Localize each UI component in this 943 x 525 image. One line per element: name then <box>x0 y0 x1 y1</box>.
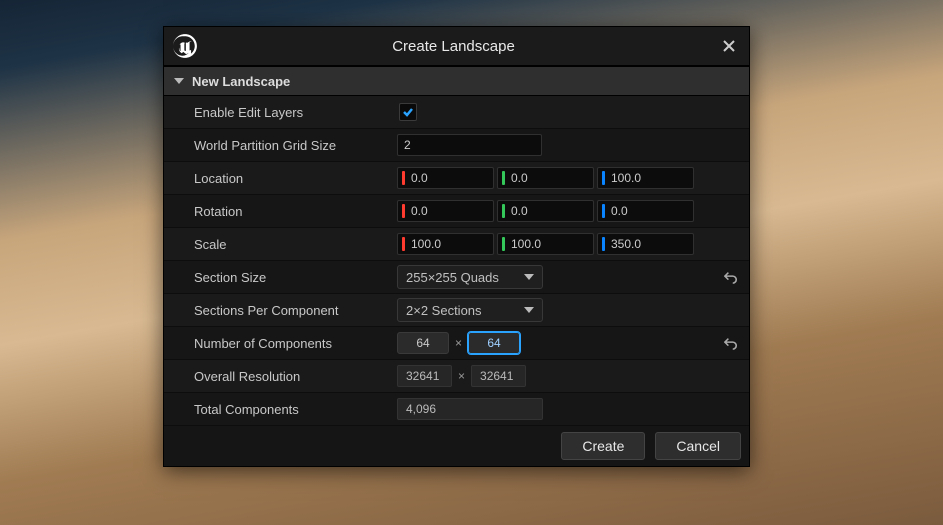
undo-icon <box>724 336 738 350</box>
label-number-of-components: Number of Components <box>164 336 397 351</box>
scale-y-input[interactable] <box>509 236 573 252</box>
input-world-partition[interactable] <box>397 134 542 156</box>
chevron-down-icon <box>524 307 534 313</box>
reset-section-size-button[interactable] <box>721 267 741 287</box>
location-x-field[interactable] <box>397 167 494 189</box>
dialog-footer: Create Cancel <box>164 426 749 466</box>
row-total-components: Total Components 4,096 <box>164 393 749 426</box>
label-total-components: Total Components <box>164 402 397 417</box>
row-enable-edit-layers: Enable Edit Layers <box>164 96 749 129</box>
multiply-symbol: × <box>456 369 467 383</box>
section-header-new-landscape[interactable]: New Landscape <box>164 66 749 96</box>
close-button[interactable] <box>709 27 749 65</box>
total-components-value: 4,096 <box>397 398 543 420</box>
rotation-y-input[interactable] <box>509 203 573 219</box>
titlebar: Create Landscape <box>164 27 749 66</box>
label-section-size: Section Size <box>164 270 397 285</box>
row-number-of-components: Number of Components 64 × 64 <box>164 327 749 360</box>
label-scale: Scale <box>164 237 397 252</box>
rotation-z-field[interactable] <box>597 200 694 222</box>
label-overall-resolution: Overall Resolution <box>164 369 397 384</box>
create-landscape-dialog: Create Landscape New Landscape Enable Ed… <box>163 26 750 467</box>
rotation-z-input[interactable] <box>609 203 673 219</box>
overall-resolution-y[interactable]: 32641 <box>471 365 526 387</box>
chevron-down-icon <box>174 78 184 84</box>
dropdown-section-size[interactable]: 255×255 Quads <box>397 265 543 289</box>
dialog-title: Create Landscape <box>198 38 709 55</box>
create-button[interactable]: Create <box>561 432 645 460</box>
row-sections-per-component: Sections Per Component 2×2 Sections <box>164 294 749 327</box>
rotation-x-field[interactable] <box>397 200 494 222</box>
scale-y-field[interactable] <box>497 233 594 255</box>
label-location: Location <box>164 171 397 186</box>
location-x-input[interactable] <box>409 170 473 186</box>
close-icon <box>722 39 736 53</box>
check-icon <box>402 106 414 118</box>
row-section-size: Section Size 255×255 Quads <box>164 261 749 294</box>
scale-z-input[interactable] <box>609 236 673 252</box>
row-scale: Scale <box>164 228 749 261</box>
section-title: New Landscape <box>192 74 290 89</box>
location-y-field[interactable] <box>497 167 594 189</box>
checkbox-enable-edit-layers[interactable] <box>399 103 417 121</box>
scale-z-field[interactable] <box>597 233 694 255</box>
rotation-x-input[interactable] <box>409 203 473 219</box>
rotation-y-field[interactable] <box>497 200 594 222</box>
num-components-y[interactable]: 64 <box>468 332 520 354</box>
row-overall-resolution: Overall Resolution 32641 × 32641 <box>164 360 749 393</box>
location-y-input[interactable] <box>509 170 573 186</box>
cancel-button[interactable]: Cancel <box>655 432 741 460</box>
num-components-x[interactable]: 64 <box>397 332 449 354</box>
location-z-field[interactable] <box>597 167 694 189</box>
property-rows: Enable Edit Layers World Partition Grid … <box>164 96 749 426</box>
undo-icon <box>724 270 738 284</box>
overall-resolution-x[interactable]: 32641 <box>397 365 452 387</box>
dropdown-sections-per-component-value: 2×2 Sections <box>406 303 482 318</box>
unreal-logo-icon <box>172 33 198 59</box>
label-rotation: Rotation <box>164 204 397 219</box>
scale-x-field[interactable] <box>397 233 494 255</box>
reset-num-components-button[interactable] <box>721 333 741 353</box>
scale-x-input[interactable] <box>409 236 473 252</box>
multiply-symbol: × <box>453 336 464 350</box>
location-z-input[interactable] <box>609 170 673 186</box>
label-sections-per-component: Sections Per Component <box>164 303 397 318</box>
chevron-down-icon <box>524 274 534 280</box>
label-enable-edit-layers: Enable Edit Layers <box>164 105 397 120</box>
label-world-partition: World Partition Grid Size <box>164 138 397 153</box>
row-rotation: Rotation <box>164 195 749 228</box>
dropdown-sections-per-component[interactable]: 2×2 Sections <box>397 298 543 322</box>
row-world-partition: World Partition Grid Size <box>164 129 749 162</box>
dropdown-section-size-value: 255×255 Quads <box>406 270 499 285</box>
row-location: Location <box>164 162 749 195</box>
